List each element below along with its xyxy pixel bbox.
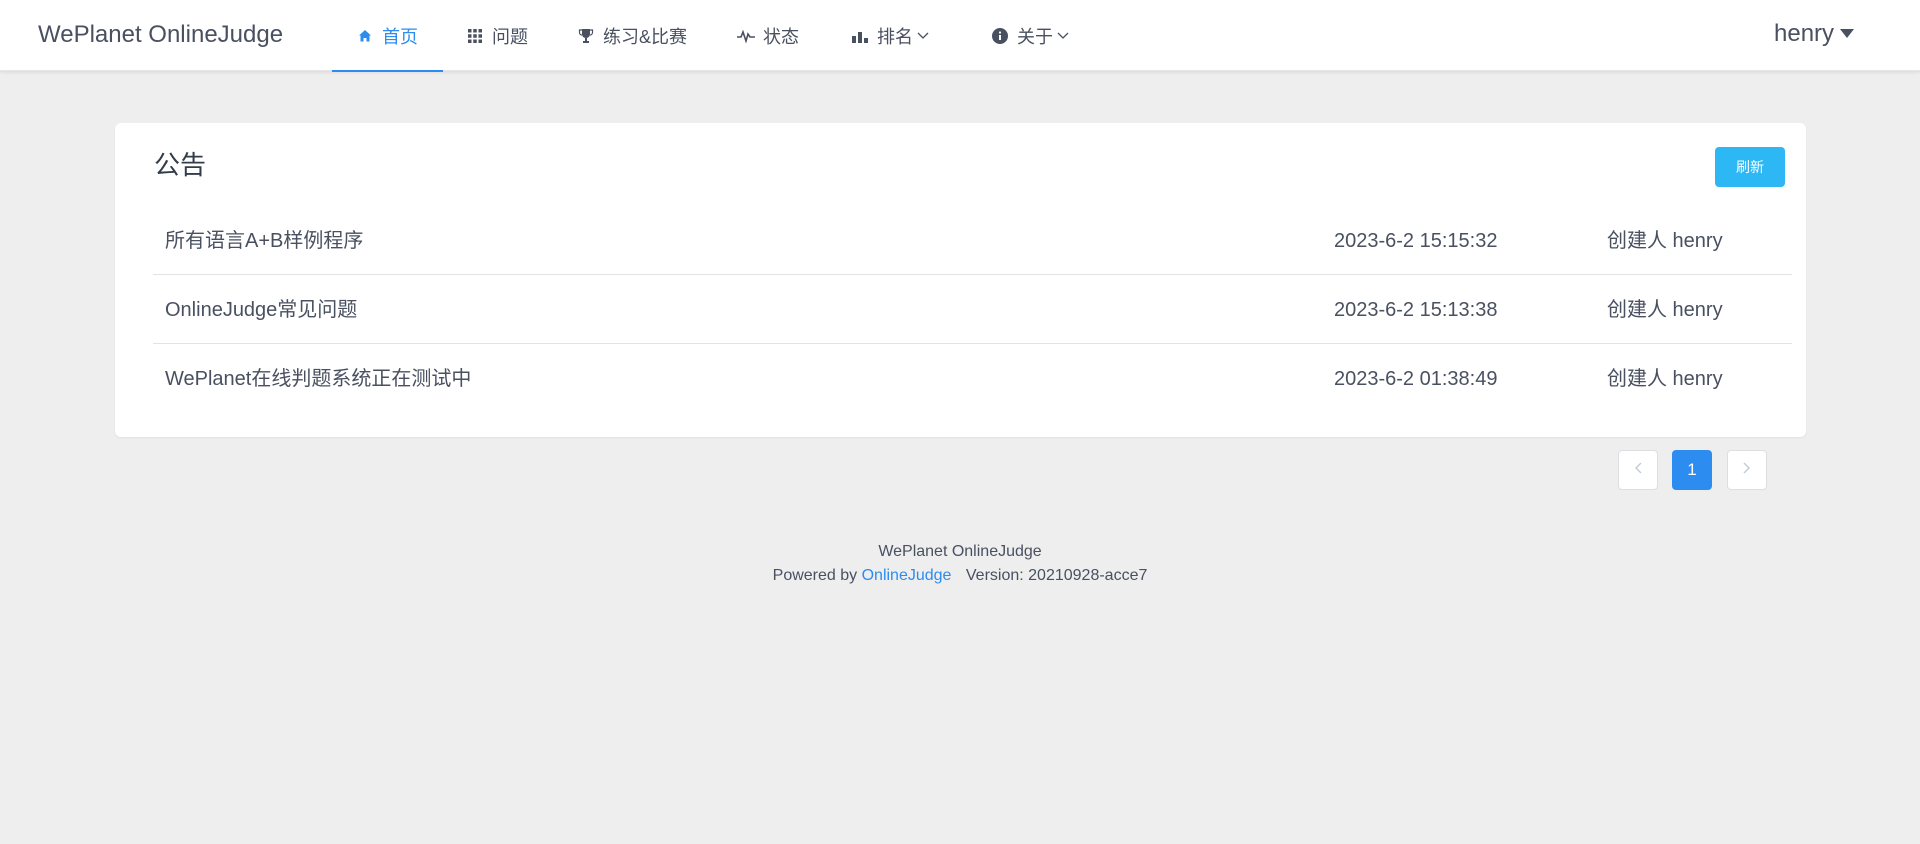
nav-status[interactable]: 状态 — [737, 0, 799, 71]
announcement-row[interactable]: OnlineJudge常见问题 2023-6-2 15:13:38 创建人 he… — [153, 276, 1792, 344]
nav-home[interactable]: 首页 — [332, 0, 443, 72]
nav-problems-label: 问题 — [492, 26, 528, 47]
bar-chart-icon — [851, 27, 869, 45]
grid-icon — [466, 27, 484, 45]
nav-about-label: 关于 — [1017, 26, 1053, 47]
announcement-date: 2023-6-2 01:38:49 — [1334, 368, 1498, 390]
nav-contests[interactable]: 练习&比赛 — [577, 0, 687, 71]
announcement-row[interactable]: WePlanet在线判题系统正在测试中 2023-6-2 01:38:49 创建… — [153, 345, 1792, 413]
username: henry — [1774, 20, 1835, 47]
pulse-icon — [737, 27, 755, 45]
page-number-button[interactable]: 1 — [1672, 450, 1712, 490]
trophy-icon — [577, 27, 595, 45]
nav-rank[interactable]: 排名 — [851, 0, 929, 71]
site-brand[interactable]: WePlanet OnlineJudge — [38, 20, 283, 50]
onlinejudge-link[interactable]: OnlineJudge — [862, 567, 952, 584]
announcement-date: 2023-6-2 15:13:38 — [1334, 299, 1498, 321]
panel-title: 公告 — [154, 150, 207, 180]
refresh-button[interactable]: 刷新 — [1715, 147, 1785, 187]
chevron-right-icon — [1743, 461, 1751, 479]
top-navbar: WePlanet OnlineJudge 首页 问题 练习&比赛 状态 排名 关… — [0, 0, 1920, 72]
announcement-title[interactable]: WePlanet在线判题系统正在测试中 — [165, 345, 471, 413]
announcement-creator: 创建人 henry — [1607, 299, 1723, 321]
announcement-title[interactable]: 所有语言A+B样例程序 — [165, 207, 363, 275]
announcement-row[interactable]: 所有语言A+B样例程序 2023-6-2 15:15:32 创建人 henry — [153, 207, 1792, 275]
powered-prefix: Powered by — [772, 567, 858, 584]
caret-down-icon — [1840, 29, 1855, 39]
home-icon — [356, 27, 374, 45]
version-text: Version: 20210928-acce7 — [965, 567, 1148, 584]
footer-powered: Powered by OnlineJudge Version: 20210928… — [0, 564, 1920, 588]
nav-home-label: 首页 — [382, 26, 418, 47]
footer: WePlanet OnlineJudge Powered by OnlineJu… — [0, 540, 1920, 588]
chevron-down-icon — [917, 32, 929, 40]
announcement-panel: 公告 刷新 所有语言A+B样例程序 2023-6-2 15:15:32 创建人 … — [115, 123, 1806, 437]
nav-problems[interactable]: 问题 — [466, 0, 528, 71]
chevron-down-icon — [1057, 32, 1069, 40]
nav-status-label: 状态 — [763, 26, 799, 47]
announcement-date: 2023-6-2 15:15:32 — [1334, 230, 1498, 252]
nav-about[interactable]: 关于 — [991, 0, 1069, 71]
prev-page-button[interactable] — [1618, 450, 1658, 490]
footer-site-name: WePlanet OnlineJudge — [878, 543, 1042, 560]
nav-rank-label: 排名 — [877, 26, 913, 47]
nav-contests-label: 练习&比赛 — [603, 26, 688, 47]
user-menu[interactable]: henry — [1774, 20, 1855, 48]
next-page-button[interactable] — [1727, 450, 1767, 490]
info-icon — [991, 27, 1009, 45]
chevron-left-icon — [1634, 461, 1642, 479]
announcement-creator: 创建人 henry — [1607, 230, 1723, 252]
announcement-creator: 创建人 henry — [1607, 368, 1723, 390]
announcement-title[interactable]: OnlineJudge常见问题 — [165, 276, 357, 344]
